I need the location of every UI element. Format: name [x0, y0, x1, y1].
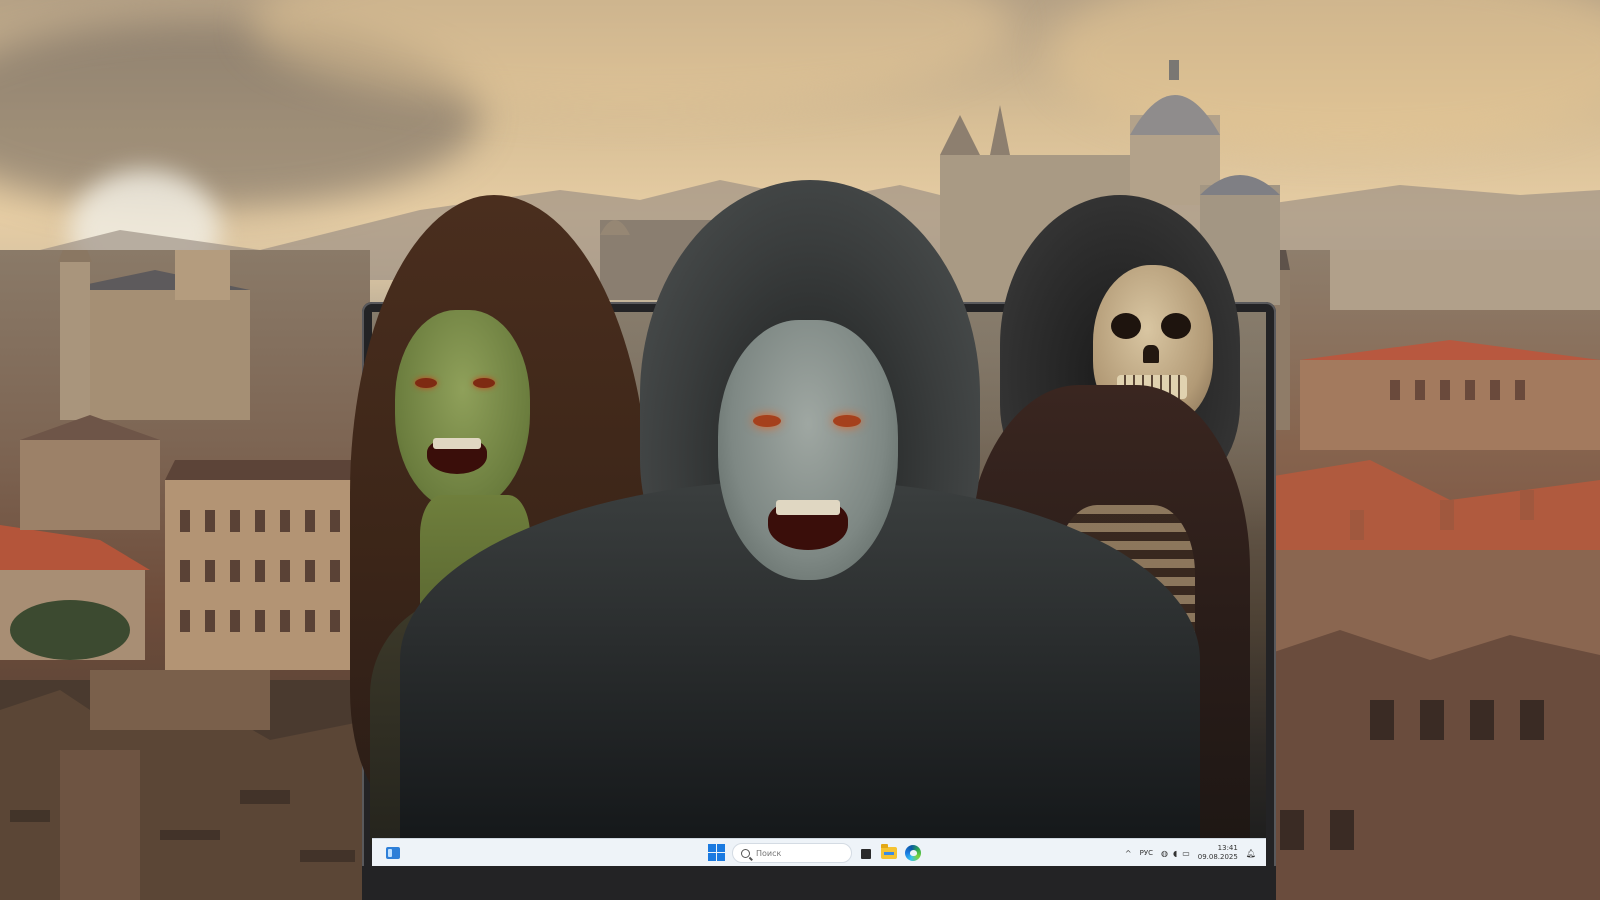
network-icon: ◍ [1160, 848, 1168, 858]
right-city-rooftops [1250, 250, 1600, 900]
quick-settings[interactable]: ◍ ◖ ▭ [1161, 849, 1190, 858]
system-tray: ^ РУС ◍ ◖ ▭ 13:41 09.08.2025 🔔︎ [1125, 839, 1256, 867]
clock[interactable]: 13:41 09.08.2025 [1198, 844, 1238, 862]
input-language[interactable]: РУС [1140, 849, 1153, 857]
left-city-ruins [0, 250, 370, 900]
taskbar-container: ^ РУС ◍ ◖ ▭ 13:41 09.08.2025 🔔︎ [372, 838, 1266, 866]
search-icon [741, 848, 750, 858]
show-hidden-icons-chevron[interactable]: ^ [1125, 849, 1132, 858]
task-view-icon[interactable] [857, 845, 875, 863]
edge-browser-icon[interactable] [904, 844, 922, 862]
taskbar-search[interactable] [732, 843, 852, 863]
clock-date: 09.08.2025 [1197, 853, 1238, 861]
search-input[interactable] [756, 848, 846, 858]
widgets-icon[interactable] [384, 844, 402, 862]
notification-bell-icon[interactable]: 🔔︎ [1246, 849, 1256, 858]
left-glowing-eye [753, 415, 781, 427]
windows-taskbar: ^ РУС ◍ ◖ ▭ 13:41 09.08.2025 🔔︎ [372, 838, 1266, 866]
laptop-bottom-bezel [362, 866, 1276, 900]
windows-start-icon[interactable] [708, 844, 725, 861]
fanged-mouth [768, 500, 848, 550]
battery-icon: ▭ [1182, 848, 1190, 858]
hooded-vampire [400, 180, 1200, 840]
file-explorer-icon[interactable] [880, 844, 898, 862]
pale-face [718, 320, 898, 580]
right-glowing-eye [833, 415, 861, 427]
clock-time: 13:41 [1217, 844, 1238, 852]
volume-icon: ◖ [1172, 848, 1178, 858]
